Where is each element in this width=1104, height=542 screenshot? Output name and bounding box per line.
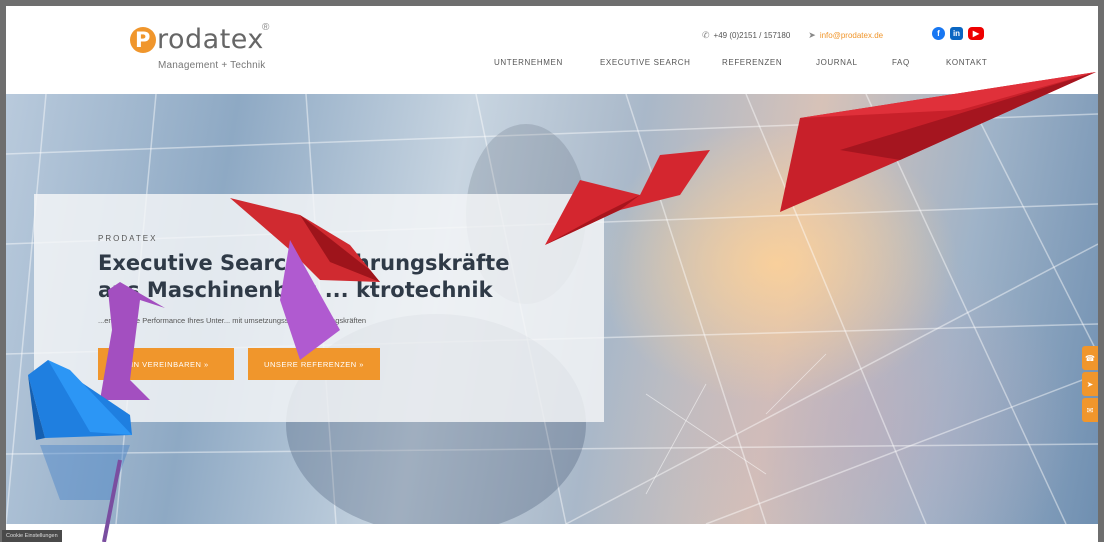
nav-item-kontakt[interactable]: KONTAKT — [946, 58, 987, 67]
hero-text-panel: PRODATEX Executive Search ... ührungskrä… — [34, 194, 604, 422]
nav-item-journal[interactable]: JOURNAL — [816, 58, 892, 67]
email-link[interactable]: ➤ info@prodatex.de — [808, 30, 883, 41]
social-links: f in ▶ — [932, 27, 984, 40]
email-address: info@prodatex.de — [819, 31, 884, 40]
site-header: P rodatex ® Management + Technik ✆ +49 (0… — [6, 6, 1098, 94]
phone-number: +49 (0)2151 / 157180 — [713, 31, 791, 40]
nav-item-unternehmen[interactable]: UNTERNEHMEN — [494, 58, 600, 67]
appointment-button[interactable]: ...IN VEREINBAREN » — [98, 348, 234, 380]
page-bottom-strip — [6, 524, 1098, 542]
side-send-icon[interactable]: ➤ — [1082, 372, 1098, 396]
side-phone-icon[interactable]: ☎ — [1082, 346, 1098, 370]
send-icon: ➤ — [808, 30, 816, 40]
hero-subline: ...ern Sie die Performance Ihres Unter..… — [98, 316, 367, 325]
hero-eyebrow: PRODATEX — [98, 234, 158, 243]
logo-name: rodatex — [157, 24, 264, 55]
hero-headline-line-2: aus Maschinenbau ... ktrotechnik — [98, 278, 493, 302]
nav-item-faq[interactable]: FAQ — [892, 58, 946, 67]
nav-item-executive-search[interactable]: EXECUTIVE SEARCH — [600, 58, 722, 67]
hero-headline: Executive Search ... ührungskräfte aus M… — [98, 250, 578, 304]
hero-headline-line-1: Executive Search ... ührungskräfte — [98, 251, 510, 275]
main-nav: UNTERNEHMEN EXECUTIVE SEARCH REFERENZEN … — [494, 58, 987, 67]
nav-item-referenzen[interactable]: REFERENZEN — [722, 58, 816, 67]
logo-tagline: Management + Technik — [158, 60, 266, 71]
side-mail-icon[interactable]: ✉ — [1082, 398, 1098, 422]
references-button[interactable]: UNSERE REFERENZEN » — [248, 348, 380, 380]
facebook-icon[interactable]: f — [932, 27, 945, 40]
registered-mark: ® — [262, 22, 270, 33]
cookie-settings-button[interactable]: Cookie Einstellungen — [2, 530, 62, 542]
linkedin-icon[interactable]: in — [950, 27, 963, 40]
youtube-icon[interactable]: ▶ — [968, 27, 984, 40]
side-contact-tabs: ☎ ➤ ✉ — [1082, 346, 1098, 422]
logo-initial: P — [130, 26, 156, 53]
browser-frame: P rodatex ® Management + Technik ✆ +49 (0… — [6, 6, 1098, 542]
contact-bar: ✆ +49 (0)2151 / 157180 ➤ info@prodatex.de — [702, 30, 883, 41]
phone-link[interactable]: ✆ +49 (0)2151 / 157180 — [702, 30, 790, 41]
logo[interactable]: P rodatex ® Management + Technik — [130, 22, 280, 80]
phone-icon: ✆ — [702, 30, 710, 40]
hero-banner: PRODATEX Executive Search ... ührungskrä… — [6, 94, 1098, 524]
logo-wordmark: P rodatex — [130, 24, 264, 55]
